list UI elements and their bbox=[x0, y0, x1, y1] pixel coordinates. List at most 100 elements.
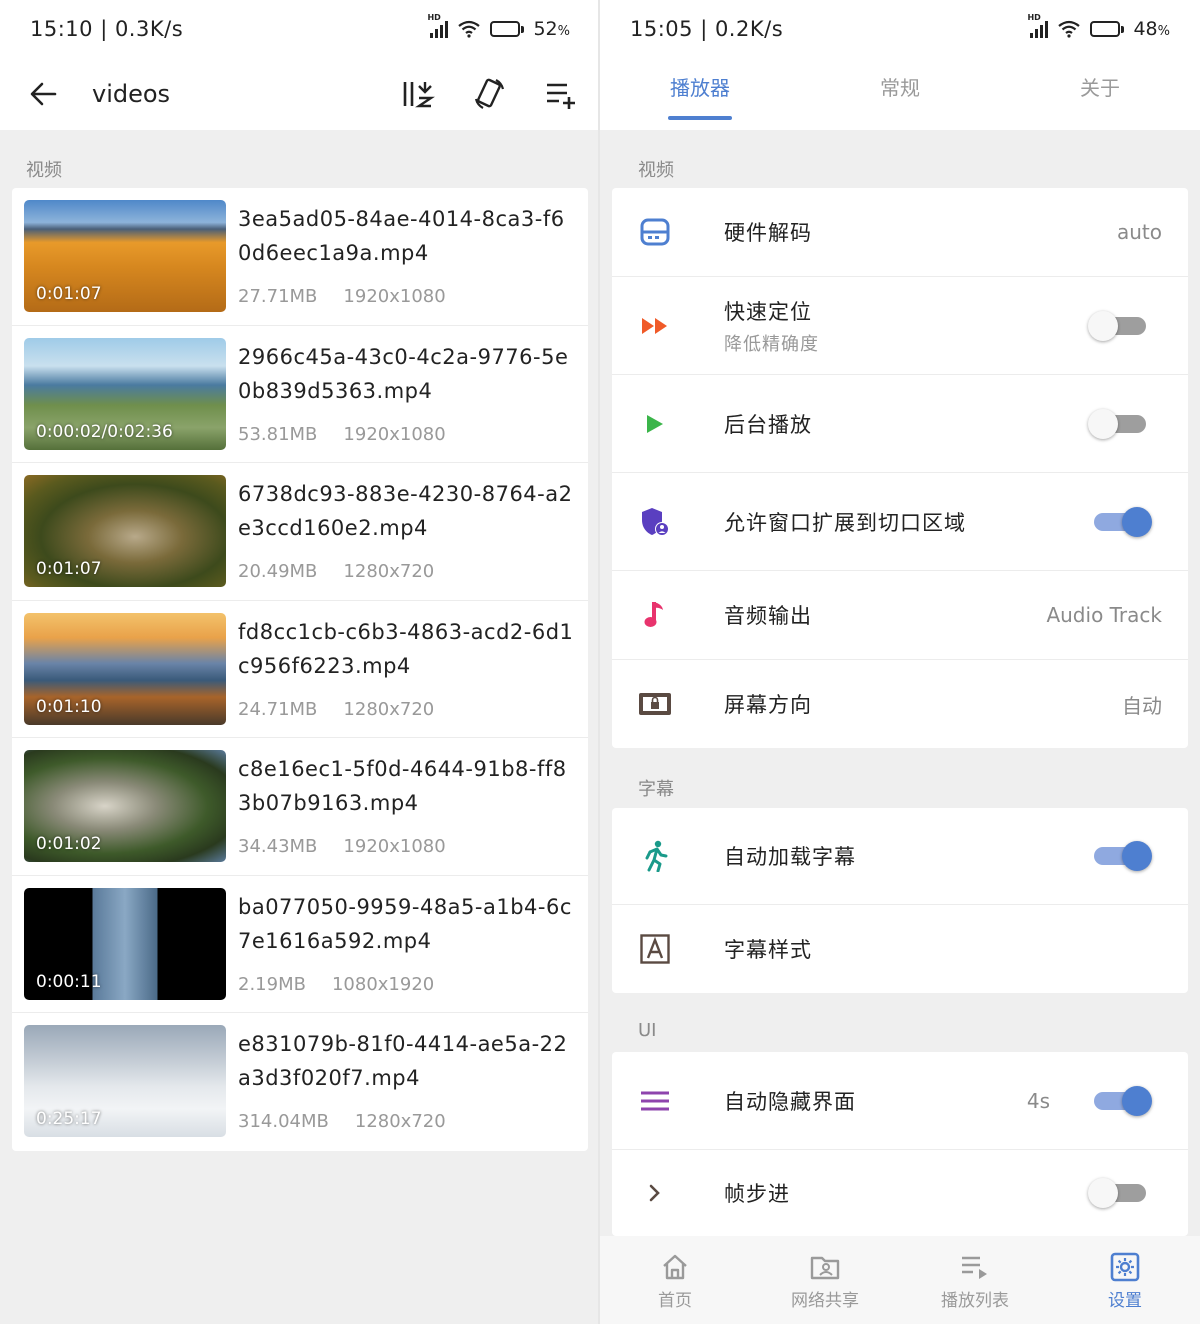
screen-rotation-icon bbox=[474, 78, 505, 109]
nav-settings[interactable]: 设置 bbox=[1050, 1236, 1200, 1324]
back-arrow-icon[interactable] bbox=[28, 79, 58, 109]
screen-lock-icon bbox=[638, 687, 672, 721]
music-note-icon bbox=[638, 598, 672, 632]
status-bar: 15:10 | 0.3K/s HD 52% bbox=[0, 0, 600, 58]
video-resolution: 1280x720 bbox=[354, 1111, 446, 1132]
add-to-playlist-button[interactable] bbox=[544, 76, 580, 112]
sort-icon bbox=[403, 82, 435, 108]
auto-load-subtitle-toggle[interactable] bbox=[1094, 841, 1152, 871]
video-thumbnail: 0:01:10 bbox=[24, 612, 226, 725]
home-icon bbox=[663, 1254, 687, 1280]
setting-subtitle-style[interactable]: 字幕样式 bbox=[612, 905, 1188, 993]
setting-label: 自动加载字幕 bbox=[724, 845, 856, 869]
setting-display-cutout[interactable]: 允许窗口扩展到切口区域 bbox=[612, 473, 1188, 571]
video-size: 53.81MB bbox=[238, 423, 318, 445]
video-resolution: 1280x720 bbox=[343, 698, 435, 720]
video-meta: 53.81MB 1920x1080 bbox=[238, 424, 446, 445]
video-resolution: 1080x1920 bbox=[331, 973, 435, 995]
video-settings-card: 硬件解码 auto 快速定位 降低精确度 后台播放 允许窗口扩展到切口区域 音频输… bbox=[612, 188, 1188, 748]
display-cutout-toggle[interactable] bbox=[1094, 506, 1152, 537]
video-item[interactable]: 0:01:07 6738dc93-883e-4230-8764-a2e3ccd1… bbox=[12, 463, 588, 601]
setting-background-play[interactable]: 后台播放 bbox=[612, 375, 1188, 473]
settings-icon bbox=[1110, 1252, 1140, 1282]
video-item[interactable]: 0:25:17 e831079b-81f0-4414-ae5a-22a3d3f0… bbox=[12, 1013, 588, 1151]
battery-icon bbox=[490, 21, 525, 37]
video-item[interactable]: 0:00:11 ba077050-9959-48a5-a1b4-6c7e1616… bbox=[12, 876, 588, 1013]
setting-label: 硬件解码 bbox=[724, 221, 812, 245]
video-thumbnail: 0:00:02/0:02:36 bbox=[24, 337, 226, 450]
settings-screen: 15:05 | 0.2K/s HD 48% 播放器 常规 关于 视频 硬件解码 … bbox=[600, 0, 1200, 1324]
video-meta: 24.71MB 1280x720 bbox=[238, 699, 434, 720]
video-meta: 27.71MB 1920x1080 bbox=[238, 286, 446, 307]
video-list-screen: 15:10 | 0.3K/s HD 52% videos 视频 0:01:07 … bbox=[0, 0, 600, 1324]
nav-home[interactable]: 首页 bbox=[600, 1236, 750, 1324]
setting-label: 音频输出 bbox=[724, 604, 812, 628]
fast-forward-icon bbox=[638, 309, 672, 343]
page-title: videos bbox=[92, 80, 171, 108]
tab-about[interactable]: 关于 bbox=[1000, 58, 1200, 130]
video-item[interactable]: 0:00:02/0:02:36 2966c45a-43c0-4c2a-9776-… bbox=[12, 326, 588, 463]
setting-fast-seek[interactable]: 快速定位 降低精确度 bbox=[612, 277, 1188, 375]
subtitle-settings-card: 自动加载字幕 字幕样式 bbox=[612, 808, 1188, 993]
menu-icon bbox=[638, 1084, 672, 1118]
battery-icon bbox=[1090, 21, 1125, 37]
nav-network-share[interactable]: 网络共享 bbox=[750, 1236, 900, 1324]
wifi-icon bbox=[1058, 20, 1081, 38]
fast-seek-toggle[interactable] bbox=[1088, 310, 1146, 341]
rotate-button[interactable] bbox=[472, 76, 508, 112]
setting-value: 4s bbox=[1026, 1088, 1050, 1113]
video-item[interactable]: 0:01:02 c8e16ec1-5f0d-4644-91b8-ff83b07b… bbox=[12, 738, 588, 876]
video-duration: 0:01:10 bbox=[36, 696, 102, 717]
video-thumbnail: 0:25:17 bbox=[24, 1025, 226, 1137]
setting-screen-orientation[interactable]: 屏幕方向 自动 bbox=[612, 660, 1188, 748]
video-duration: 0:25:17 bbox=[36, 1109, 102, 1129]
setting-value: auto bbox=[1116, 220, 1162, 244]
signal-icon: HD bbox=[1027, 13, 1049, 38]
setting-auto-load-subtitle[interactable]: 自动加载字幕 bbox=[612, 808, 1188, 905]
video-meta: 34.43MB 1920x1080 bbox=[238, 836, 446, 857]
video-meta: 20.49MB 1280x720 bbox=[238, 561, 434, 582]
battery-level: 52% bbox=[533, 18, 570, 40]
signal-icon: HD bbox=[427, 13, 449, 38]
video-duration: 0:01:02 bbox=[36, 834, 102, 854]
app-bar: videos bbox=[0, 58, 600, 130]
background-play-toggle[interactable] bbox=[1088, 408, 1146, 439]
setting-audio-output[interactable]: 音频输出 Audio Track bbox=[612, 571, 1188, 660]
nav-playlist[interactable]: 播放列表 bbox=[900, 1236, 1050, 1324]
nav-label: 播放列表 bbox=[941, 1291, 1009, 1311]
video-size: 24.71MB bbox=[238, 698, 318, 720]
video-size: 2.19MB bbox=[238, 973, 306, 995]
video-name: e831079b-81f0-4414-ae5a-22a3d3f020f7.mp4 bbox=[238, 1032, 568, 1090]
video-resolution: 1920x1080 bbox=[343, 286, 446, 307]
auto-hide-ui-toggle[interactable] bbox=[1094, 1085, 1152, 1116]
setting-auto-hide-ui[interactable]: 自动隐藏界面 4s bbox=[612, 1052, 1188, 1150]
video-item[interactable]: 0:01:07 3ea5ad05-84ae-4014-8ca3-f60d6eec… bbox=[12, 188, 588, 326]
video-name: ba077050-9959-48a5-a1b4-6c7e1616a592.mp4 bbox=[238, 894, 572, 953]
battery-level: 48% bbox=[1133, 18, 1170, 40]
frame-step-toggle[interactable] bbox=[1088, 1178, 1146, 1208]
sort-button[interactable] bbox=[400, 76, 436, 112]
video-item[interactable]: 0:01:10 fd8cc1cb-c6b3-4863-acd2-6d1c956f… bbox=[12, 601, 588, 738]
play-icon bbox=[638, 407, 672, 441]
section-label-video: 视频 bbox=[638, 160, 674, 181]
video-resolution: 1280x720 bbox=[343, 561, 435, 582]
font-style-icon bbox=[638, 932, 672, 966]
section-label-subtitle: 字幕 bbox=[638, 779, 674, 800]
nav-label: 首页 bbox=[658, 1291, 692, 1311]
video-duration: 0:01:07 bbox=[36, 559, 102, 579]
section-label-ui: UI bbox=[638, 1020, 657, 1041]
hard-drive-icon bbox=[638, 215, 672, 249]
video-resolution: 1920x1080 bbox=[343, 836, 446, 857]
setting-hw-decode[interactable]: 硬件解码 auto bbox=[612, 188, 1188, 277]
video-thumbnail: 0:01:07 bbox=[24, 475, 226, 587]
video-size: 34.43MB bbox=[238, 836, 318, 857]
tab-player[interactable]: 播放器 bbox=[600, 58, 800, 130]
nav-label: 设置 bbox=[1108, 1291, 1142, 1311]
setting-frame-step[interactable]: 帧步进 bbox=[612, 1150, 1188, 1236]
video-duration: 0:00:11 bbox=[36, 971, 102, 992]
tab-general[interactable]: 常规 bbox=[800, 58, 1000, 130]
video-duration: 0:01:07 bbox=[36, 284, 102, 304]
video-size: 20.49MB bbox=[238, 561, 318, 582]
ui-settings-card: 自动隐藏界面 4s 帧步进 bbox=[612, 1052, 1188, 1236]
running-person-icon bbox=[638, 839, 672, 873]
